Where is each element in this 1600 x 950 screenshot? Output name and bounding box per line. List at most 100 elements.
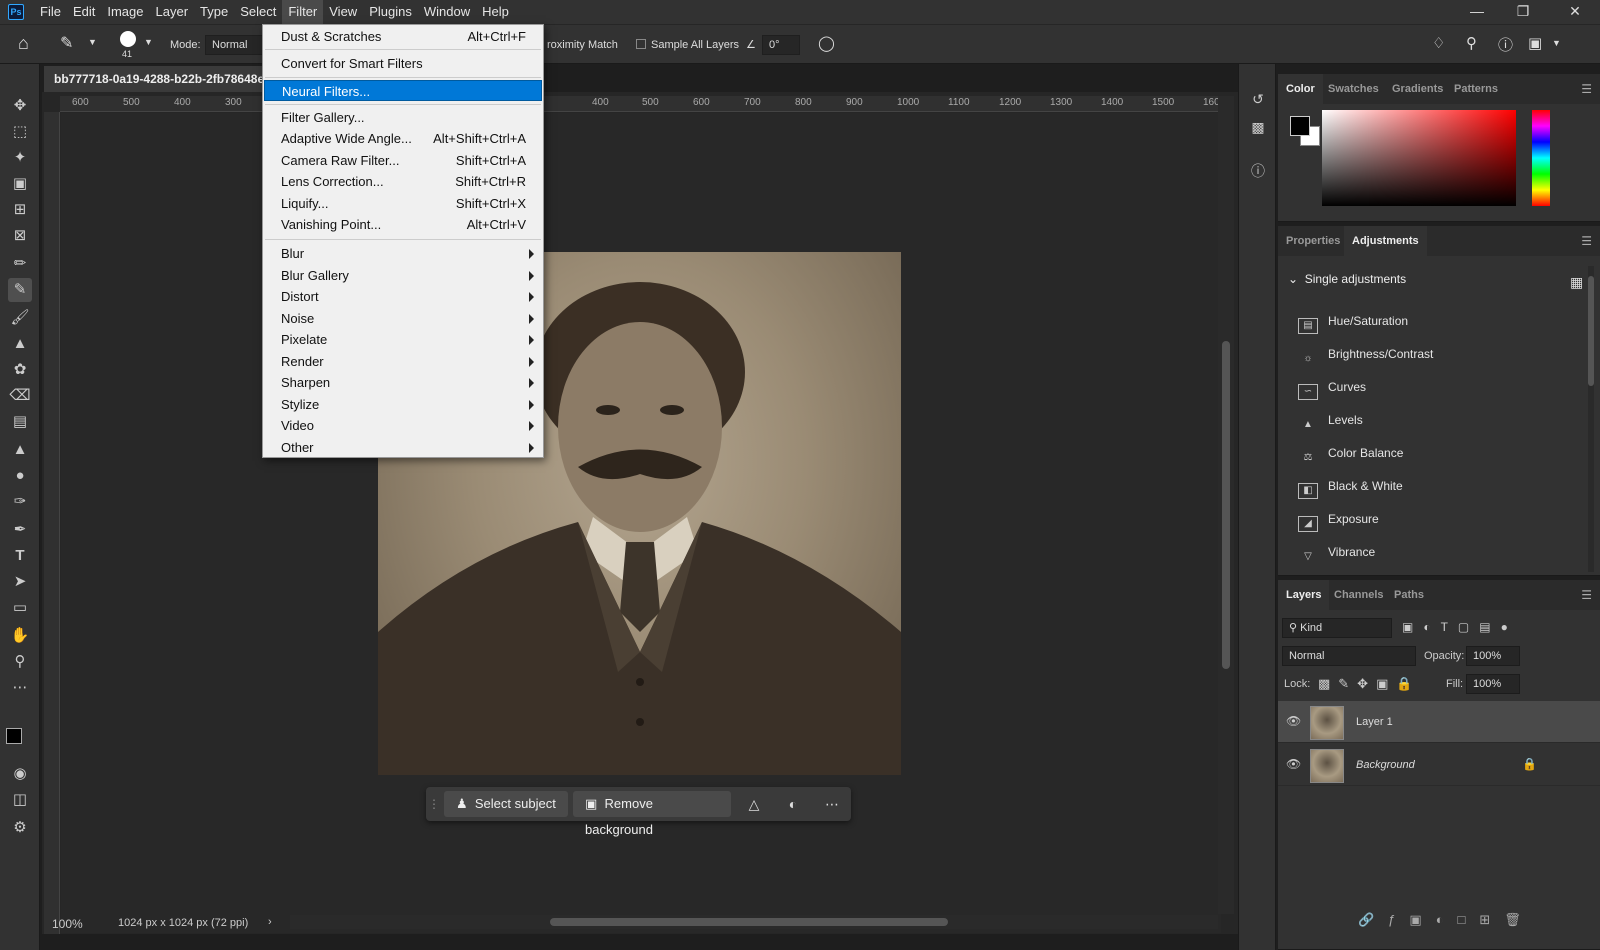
lasso-tool-icon[interactable]: ✦ [8,146,32,170]
layer-filter-select[interactable]: ⚲ Kind [1282,618,1392,638]
adjustments-scroll-thumb[interactable] [1588,276,1594,386]
layer-row-background[interactable]: 👁 Background 🔒 [1278,744,1600,786]
filter-video[interactable]: Video [264,415,542,436]
adjustment-exposure[interactable]: ◢ Exposure [1298,507,1379,532]
filter-dust-scratches[interactable]: Dust & Scratches Alt+Ctrl+F [264,26,542,47]
quick-mask-icon[interactable]: ◉ [8,762,32,786]
lock-icon[interactable]: 🔒 [1522,757,1537,771]
filter-distort[interactable]: Distort [264,286,542,307]
stamp-tool-icon[interactable]: ▲ [8,332,32,356]
eraser-tool-icon[interactable]: ⌫ [8,384,32,408]
tab-swatches[interactable]: Swatches [1320,74,1387,104]
filter-stylize[interactable]: Stylize [264,394,542,415]
blur-tool-icon[interactable]: ▲ [8,438,32,462]
gradient-tool-icon[interactable]: ▤ [8,410,32,434]
info-icon[interactable]: ⓘ [1247,160,1269,182]
minimize-icon[interactable]: — [1454,0,1500,24]
remove-background-button[interactable]: ▣ Remove background [573,791,731,837]
hand-tool-icon[interactable]: ✋ [8,624,32,648]
bell-icon[interactable]: ♢ [1432,34,1445,52]
menu-file[interactable]: File [34,0,67,24]
chevron-down-icon[interactable]: ▼ [1552,38,1561,48]
horizontal-scroll-thumb[interactable] [550,918,948,926]
dodge-tool-icon[interactable]: ● [8,464,32,488]
filter-sharpen[interactable]: Sharpen [264,372,542,393]
foreground-color-swatch[interactable] [6,728,22,744]
document-info[interactable]: 1024 px x 1024 px (72 ppi) [118,917,248,929]
layer-name[interactable]: Background [1356,744,1415,786]
move-tool-icon[interactable]: ✥ [8,94,32,118]
filter-other[interactable]: Other [264,437,542,458]
history-brush-tool-icon[interactable]: ✿ [8,358,32,382]
menu-view[interactable]: View [323,0,363,24]
filter-convert-smart-filters[interactable]: Convert for Smart Filters [264,53,542,74]
pressure-icon[interactable]: ◯ [818,34,835,52]
eye-icon[interactable]: 👁 [1286,757,1302,773]
panel-menu-icon[interactable]: ☰ [1581,82,1592,96]
filter-camera-raw[interactable]: Camera Raw Filter... Shift+Ctrl+A [264,150,542,171]
menu-plugins[interactable]: Plugins [363,0,418,24]
search-icon[interactable]: ⚲ [1466,34,1477,52]
transform-icon[interactable]: △ [742,792,766,816]
more-options-icon[interactable]: ⋯ [820,792,844,816]
hue-slider[interactable] [1532,110,1550,206]
brush-preset-icon[interactable] [120,31,136,47]
filter-blur-gallery[interactable]: Blur Gallery [264,265,542,286]
menu-window[interactable]: Window [418,0,476,24]
mode-select[interactable]: Normal [205,35,265,55]
chevron-down-icon[interactable]: ▼ [88,37,97,47]
crop-tool-icon[interactable]: ⊞ [8,198,32,222]
filter-neural-filters[interactable]: Neural Filters... [264,80,542,101]
more-tools-icon[interactable]: ⋯ [8,676,32,700]
document-tab[interactable]: bb777718-0a19-4288-b22b-2fb78648e7 [44,66,268,92]
layer-row-layer-1[interactable]: 👁 Layer 1 [1278,701,1600,743]
chevron-down-icon[interactable]: ▼ [144,37,153,47]
tab-gradients[interactable]: Gradients [1384,74,1451,104]
filter-pixelate[interactable]: Pixelate [264,329,542,350]
filter-blur[interactable]: Blur [264,243,542,264]
brush-tool-icon[interactable]: 🖌 [8,306,32,330]
sample-all-layers-checkbox[interactable]: Sample All Layers [636,39,739,51]
adjustment-icon[interactable]: ◐ [781,792,805,816]
horizontal-scrollbar[interactable] [290,915,1218,929]
adjustment-color-balance[interactable]: ⚖ Color Balance [1298,441,1404,465]
angle-input[interactable]: 0° [762,35,800,55]
checkbox-icon[interactable] [636,39,646,49]
blend-mode-select[interactable]: Normal [1282,646,1416,666]
marquee-tool-icon[interactable]: ⬚ [8,120,32,144]
healing-brush-tool-icon[interactable]: ✎ [8,278,32,302]
adjustment-levels[interactable]: ▲ Levels [1298,408,1363,432]
opacity-input[interactable]: 100% [1466,646,1520,666]
tab-adjustments[interactable]: Adjustments [1344,226,1427,256]
tab-channels[interactable]: Channels [1326,580,1392,610]
edit-toolbar-icon[interactable]: ⚙ [8,816,32,840]
workspace-icon[interactable]: ▣ [1528,34,1542,52]
filter-lens-correction[interactable]: Lens Correction... Shift+Ctrl+R [264,171,542,192]
panel-menu-icon[interactable]: ☰ [1581,234,1592,248]
history-icon[interactable]: ↺ [1247,88,1269,110]
panel-menu-icon[interactable]: ☰ [1581,588,1592,602]
close-icon[interactable]: ✕ [1552,0,1598,24]
adjustments-scrollbar[interactable] [1588,266,1594,572]
layers-footer-icons[interactable]: 🔗ƒ▣◐□⊞🗑 [1358,912,1535,928]
help-icon[interactable]: ⓘ [1498,34,1513,55]
vertical-scroll-thumb[interactable] [1222,341,1230,669]
tab-patterns[interactable]: Patterns [1446,74,1506,104]
filter-gallery[interactable]: Filter Gallery... [264,107,542,128]
zoom-level[interactable]: 100% [52,917,83,931]
drag-handle-icon[interactable]: ⋮ [428,792,440,816]
frame-tool-icon[interactable]: ⊠ [8,224,32,248]
eyedropper-tool-icon[interactable]: ✏ [8,252,32,276]
fill-input[interactable]: 100% [1466,674,1520,694]
select-subject-button[interactable]: ♟ Select subject [444,791,568,817]
menu-layer[interactable]: Layer [150,0,195,24]
layer-name[interactable]: Layer 1 [1356,701,1393,743]
adjustment-curves[interactable]: ∽ Curves [1298,375,1366,400]
grid-view-icon[interactable]: ▦ [1570,274,1583,291]
filter-vanishing-point[interactable]: Vanishing Point... Alt+Ctrl+V [264,214,542,235]
adjustment-hue-saturation[interactable]: ▤ Hue/Saturation [1298,309,1408,334]
menu-select[interactable]: Select [234,0,282,24]
adjustment-brightness-contrast[interactable]: ☼ Brightness/Contrast [1298,342,1433,366]
tab-properties[interactable]: Properties [1278,226,1348,256]
filter-liquify[interactable]: Liquify... Shift+Ctrl+X [264,193,542,214]
